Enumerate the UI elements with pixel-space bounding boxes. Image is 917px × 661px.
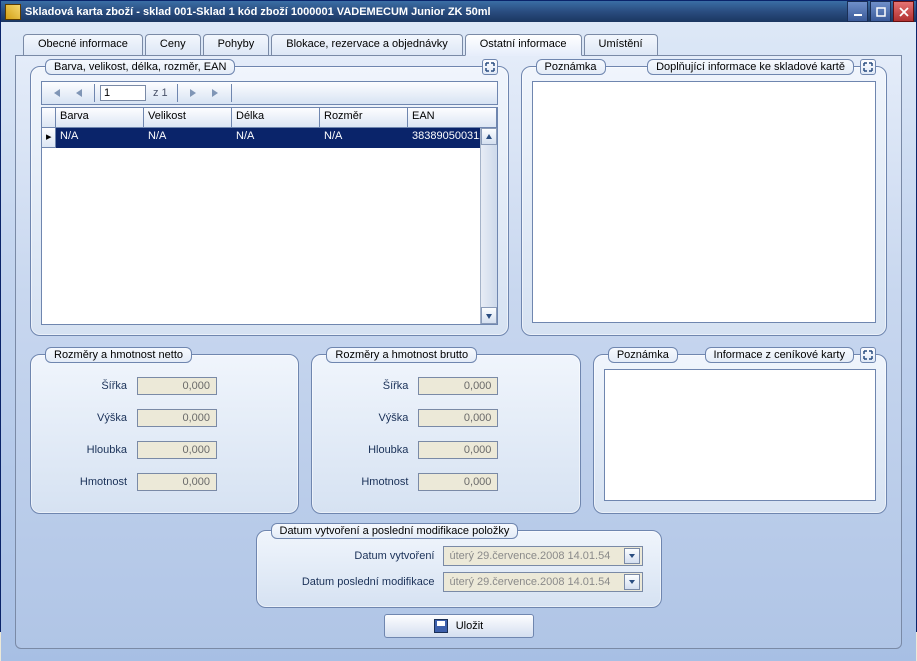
note2-hint: Informace z ceníkové karty xyxy=(705,347,854,363)
chevron-down-icon[interactable] xyxy=(624,548,640,564)
label-mass: Hmotnost xyxy=(328,476,408,488)
scrollbar-vertical[interactable] xyxy=(480,128,497,324)
note1-group: Poznámka Doplňující informace ke skladov… xyxy=(521,66,887,336)
col-velikost[interactable]: Velikost xyxy=(144,108,232,128)
nav-prev-icon[interactable] xyxy=(69,84,89,102)
expand-icon[interactable] xyxy=(860,347,876,363)
tab-other[interactable]: Ostatní informace xyxy=(465,34,582,56)
cell-barva: N/A xyxy=(56,128,144,148)
label-height: Výška xyxy=(47,412,127,424)
minimize-button[interactable] xyxy=(847,1,868,22)
scroll-down-icon[interactable] xyxy=(481,307,497,324)
brutto-mass[interactable] xyxy=(418,473,498,491)
save-label: Uložit xyxy=(456,620,484,632)
netto-mass[interactable] xyxy=(137,473,217,491)
close-button[interactable] xyxy=(893,1,914,22)
cell-velikost: N/A xyxy=(144,128,232,148)
tab-strip: Obecné informace Ceny Pohyby Blokace, re… xyxy=(23,34,902,56)
brutto-width[interactable] xyxy=(418,377,498,395)
note1-textarea[interactable] xyxy=(532,81,876,323)
label-depth: Hloubka xyxy=(328,444,408,456)
cell-delka: N/A xyxy=(232,128,320,148)
row-header-blank xyxy=(42,108,56,128)
table-row[interactable]: ▸ N/A N/A N/A N/A 3838905003126 xyxy=(42,128,497,148)
window-title: Skladová karta zboží - sklad 001-Sklad 1… xyxy=(25,6,847,18)
grid-body: ▸ N/A N/A N/A N/A 3838905003126 xyxy=(42,128,497,324)
grid-navigator: z 1 xyxy=(41,81,498,105)
label-width: Šířka xyxy=(47,380,127,392)
created-picker[interactable]: úterý 29.července.2008 14.01.54 xyxy=(443,546,643,566)
ean-group: Barva, velikost, délka, rozměr, EAN z 1 xyxy=(30,66,509,336)
modified-label: Datum poslední modifikace xyxy=(275,576,435,588)
maximize-button[interactable] xyxy=(870,1,891,22)
nav-next-icon[interactable] xyxy=(183,84,203,102)
netto-depth[interactable] xyxy=(137,441,217,459)
nav-position-input[interactable] xyxy=(100,85,146,101)
created-value: úterý 29.července.2008 14.01.54 xyxy=(450,550,611,562)
disk-icon xyxy=(434,619,448,633)
modified-value: úterý 29.července.2008 14.01.54 xyxy=(450,576,611,588)
save-button[interactable]: Uložit xyxy=(384,614,534,638)
label-width: Šířka xyxy=(328,380,408,392)
brutto-legend: Rozměry a hmotnost brutto xyxy=(326,347,477,363)
netto-width[interactable] xyxy=(137,377,217,395)
tab-prices[interactable]: Ceny xyxy=(145,34,201,56)
tab-general[interactable]: Obecné informace xyxy=(23,34,143,56)
note1-hint: Doplňující informace ke skladové kartě xyxy=(647,59,854,75)
dates-group: Datum vytvoření a poslední modifikace po… xyxy=(256,530,662,608)
col-barva[interactable]: Barva xyxy=(56,108,144,128)
modified-picker[interactable]: úterý 29.července.2008 14.01.54 xyxy=(443,572,643,592)
tab-movement[interactable]: Pohyby xyxy=(203,34,270,56)
window: Skladová karta zboží - sklad 001-Sklad 1… xyxy=(0,0,917,632)
scroll-up-icon[interactable] xyxy=(481,128,497,145)
dates-legend: Datum vytvoření a poslední modifikace po… xyxy=(271,523,519,539)
netto-height[interactable] xyxy=(137,409,217,427)
note1-legend: Poznámka xyxy=(536,59,606,75)
titlebar: Skladová karta zboží - sklad 001-Sklad 1… xyxy=(1,1,916,22)
label-depth: Hloubka xyxy=(47,444,127,456)
col-rozmer[interactable]: Rozměr xyxy=(320,108,408,128)
label-height: Výška xyxy=(328,412,408,424)
note2-legend: Poznámka xyxy=(608,347,678,363)
col-delka[interactable]: Délka xyxy=(232,108,320,128)
client-area: Obecné informace Ceny Pohyby Blokace, re… xyxy=(1,22,916,661)
ean-grid[interactable]: Barva Velikost Délka Rozměr EAN ▸ N/A N/… xyxy=(41,107,498,325)
nav-last-icon[interactable] xyxy=(206,84,226,102)
brutto-depth[interactable] xyxy=(418,441,498,459)
brutto-height[interactable] xyxy=(418,409,498,427)
col-ean[interactable]: EAN xyxy=(408,108,497,128)
chevron-down-icon[interactable] xyxy=(624,574,640,590)
label-mass: Hmotnost xyxy=(47,476,127,488)
tab-location[interactable]: Umístění xyxy=(584,34,658,56)
row-selector[interactable]: ▸ xyxy=(42,128,56,148)
netto-legend: Rozměry a hmotnost netto xyxy=(45,347,192,363)
nav-first-icon[interactable] xyxy=(46,84,66,102)
note2-textarea[interactable] xyxy=(604,369,876,501)
nav-of-label: z 1 xyxy=(153,87,168,99)
tab-page-other: Barva, velikost, délka, rozměr, EAN z 1 xyxy=(15,55,902,649)
expand-icon[interactable] xyxy=(860,59,876,75)
expand-icon[interactable] xyxy=(482,59,498,75)
app-icon xyxy=(5,4,21,20)
created-label: Datum vytvoření xyxy=(275,550,435,562)
netto-group: Rozměry a hmotnost netto Šířka Výška Hlo… xyxy=(30,354,299,514)
grid-header: Barva Velikost Délka Rozměr EAN xyxy=(42,108,497,128)
tab-reservations[interactable]: Blokace, rezervace a objednávky xyxy=(271,34,462,56)
cell-rozmer: N/A xyxy=(320,128,408,148)
brutto-group: Rozměry a hmotnost brutto Šířka Výška Hl… xyxy=(311,354,580,514)
ean-legend: Barva, velikost, délka, rozměr, EAN xyxy=(45,59,235,75)
note2-group: Poznámka Informace z ceníkové karty xyxy=(593,354,887,514)
